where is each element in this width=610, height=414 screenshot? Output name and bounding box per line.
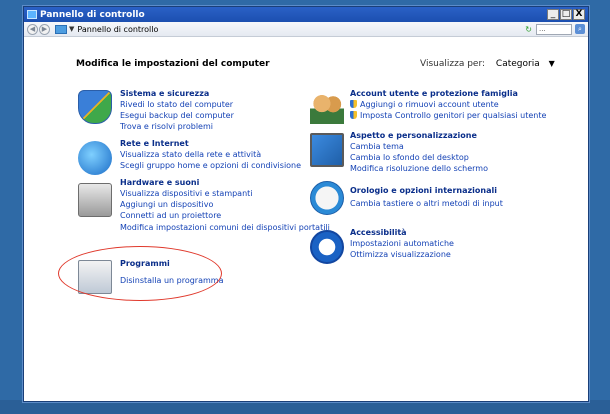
close-button[interactable]: X	[573, 9, 585, 20]
window-title: Pannello di controllo	[40, 9, 145, 20]
category-link[interactable]: Scegli gruppo home e opzioni di condivis…	[120, 160, 301, 171]
category-link[interactable]: Imposta Controllo genitori per qualsiasi…	[350, 110, 546, 121]
category-link[interactable]: Visualizza dispositivi e stampanti	[120, 188, 330, 199]
category-hardware-suoni: Hardware e suoni Visualizza dispositivi …	[120, 178, 330, 233]
category-link[interactable]: Visualizza stato della rete e attività	[120, 149, 301, 160]
address-bar: ◀ ▶ ▼ Pannello di controllo ↻ ... ⌕	[24, 22, 588, 37]
appearance-icon[interactable]	[310, 133, 344, 167]
category-heading[interactable]: Rete e Internet	[120, 139, 301, 148]
category-aspetto: Aspetto e personalizzazione Cambia tema …	[350, 131, 488, 175]
shield-icon[interactable]	[78, 90, 112, 124]
chevron-down-icon[interactable]: ▼	[549, 59, 555, 68]
accessibility-icon[interactable]	[310, 230, 344, 264]
category-link[interactable]: Impostazioni automatiche	[350, 238, 454, 249]
minimize-button[interactable]: _	[547, 9, 559, 20]
category-heading[interactable]: Account utente e protezione famiglia	[350, 89, 546, 98]
view-by-label: Visualizza per:	[420, 59, 486, 69]
main-content: Modifica le impostazioni del computer Vi…	[24, 37, 588, 401]
category-account-utente: Account utente e protezione famiglia Agg…	[350, 89, 546, 121]
page-title: Modifica le impostazioni del computer	[76, 59, 270, 69]
search-icon[interactable]: ⌕	[575, 24, 585, 34]
category-accessibilita: Accessibilità Impostazioni automatiche O…	[350, 228, 454, 260]
category-link[interactable]: Cambia tema	[350, 141, 488, 152]
category-link[interactable]: Aggiungi o rimuovi account utente	[350, 99, 546, 110]
category-rete-internet: Rete e Internet Visualizza stato della r…	[120, 139, 301, 171]
title-bar: Pannello di controllo _ □ X	[24, 7, 588, 22]
view-by: Visualizza per: Categoria ▼	[420, 59, 555, 69]
category-heading[interactable]: Aspetto e personalizzazione	[350, 131, 488, 140]
category-heading[interactable]: Accessibilità	[350, 228, 454, 237]
back-button[interactable]: ◀	[27, 23, 38, 35]
category-link[interactable]: Modifica impostazioni comuni dei disposi…	[120, 222, 330, 233]
printer-icon[interactable]	[78, 183, 112, 217]
users-icon[interactable]	[310, 90, 344, 124]
category-link[interactable]: Cambia lo sfondo del desktop	[350, 152, 488, 163]
category-link[interactable]: Connetti ad un proiettore	[120, 210, 330, 221]
category-heading[interactable]: Orologio e opzioni internazionali	[350, 186, 503, 195]
category-link[interactable]: Ottimizza visualizzazione	[350, 249, 454, 260]
maximize-button[interactable]: □	[560, 9, 572, 20]
category-link[interactable]: Esegui backup del computer	[120, 110, 234, 121]
network-icon[interactable]	[78, 141, 112, 175]
control-panel-window: Pannello di controllo _ □ X ◀ ▶ ▼ Pannel…	[23, 6, 589, 402]
category-sistema-sicurezza: Sistema e sicurezza Rivedi lo stato del …	[120, 89, 234, 133]
category-link[interactable]: Aggiungi un dispositivo	[120, 199, 330, 210]
category-link[interactable]: Rivedi lo stato del computer	[120, 99, 234, 110]
category-heading[interactable]: Sistema e sicurezza	[120, 89, 234, 98]
category-link[interactable]: Modifica risoluzione dello schermo	[350, 163, 488, 174]
highlight-oval	[58, 246, 222, 301]
category-link[interactable]: Trova e risolvi problemi	[120, 121, 234, 132]
search-input[interactable]: ...	[536, 23, 572, 35]
address-path[interactable]: Pannello di controllo	[77, 25, 525, 34]
category-orologio: Orologio e opzioni internazionali Cambia…	[350, 186, 503, 209]
clock-globe-icon[interactable]	[310, 181, 344, 215]
chevron-down-icon[interactable]: ▼	[69, 25, 74, 33]
address-folder-icon	[55, 24, 67, 34]
category-heading[interactable]: Hardware e suoni	[120, 178, 330, 187]
category-link[interactable]: Cambia tastiere o altri metodi di input	[350, 198, 503, 209]
desktop-background	[0, 400, 610, 414]
view-by-dropdown[interactable]: Categoria	[496, 59, 540, 69]
refresh-icon[interactable]: ↻	[525, 25, 532, 34]
forward-button[interactable]: ▶	[39, 23, 50, 35]
control-panel-icon	[27, 10, 37, 19]
